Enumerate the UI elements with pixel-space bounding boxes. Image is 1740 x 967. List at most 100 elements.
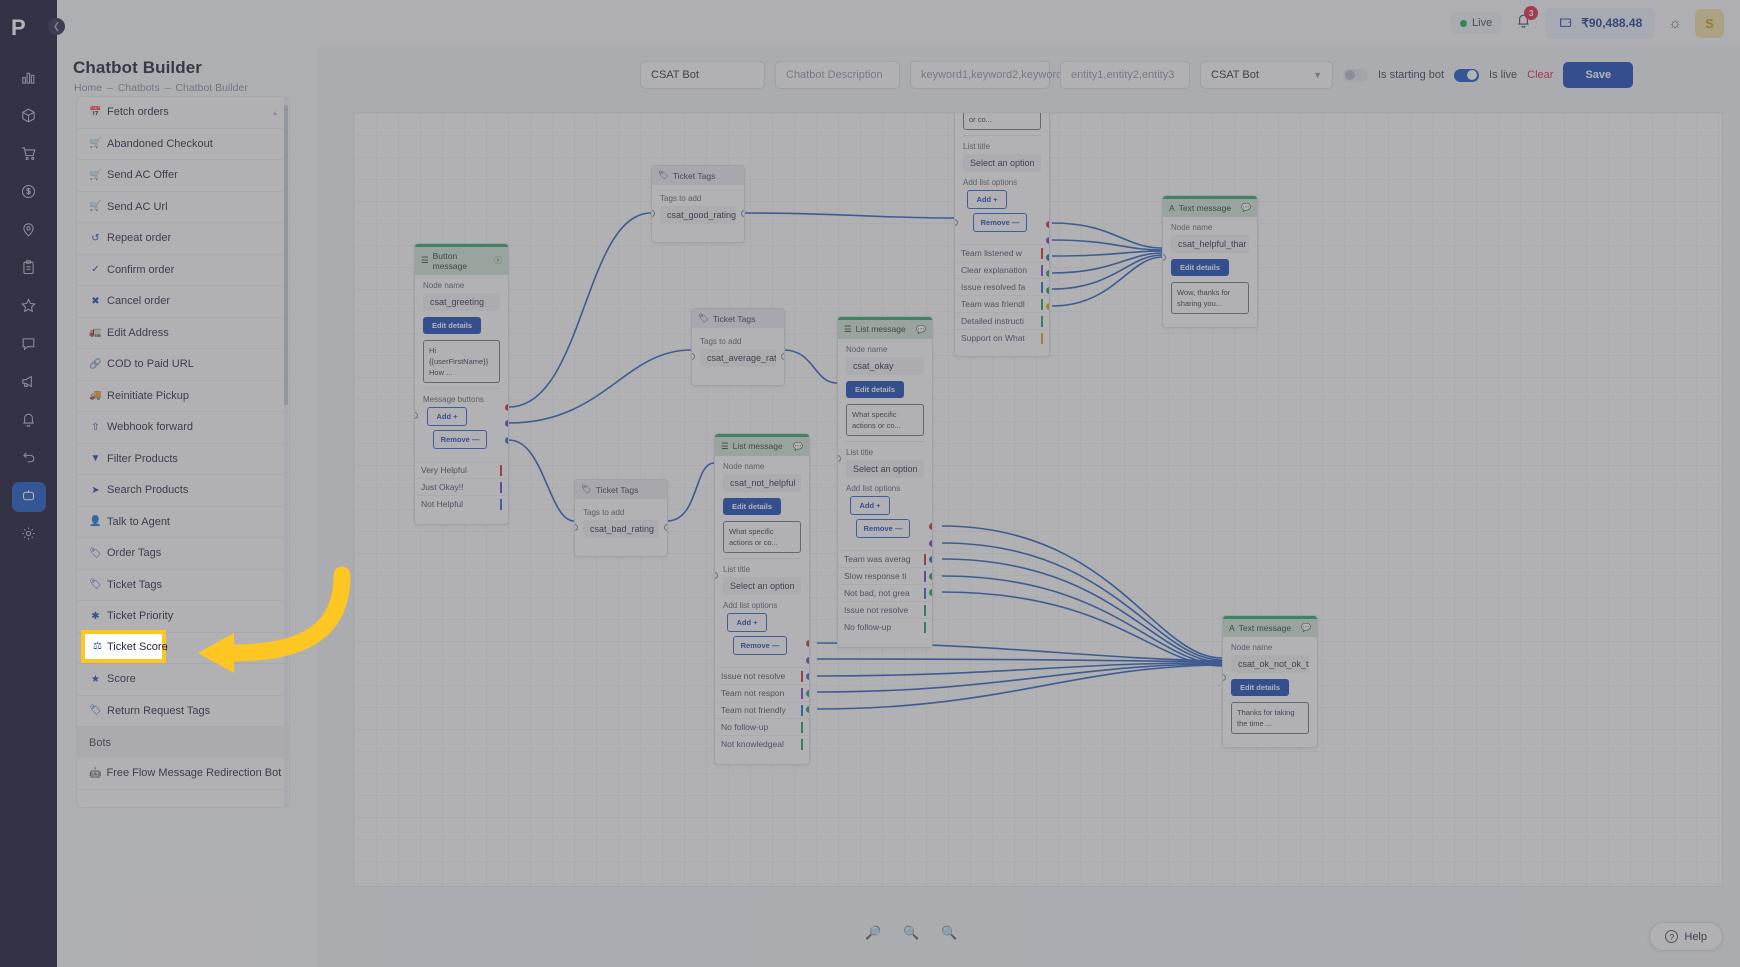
sidebar-item-abandoned-checkout[interactable]: 🛒 Abandoned Checkout [77, 129, 289, 160]
node-output-port[interactable] [806, 673, 809, 680]
sun-icon[interactable]: ☼ [1668, 15, 1682, 32]
list-option[interactable]: No follow-up [715, 718, 809, 735]
node-message-text[interactable]: Hi {{userFirstName}} How ... [423, 339, 500, 384]
bot-name-input[interactable]: CSAT Bot [640, 61, 765, 89]
edit-details-button[interactable]: Edit details [423, 316, 482, 334]
rail-item-locations[interactable] [12, 216, 46, 246]
node-output-port[interactable] [929, 589, 932, 596]
sidebar-item-edit-address[interactable]: 🚛 Edit Address [77, 318, 289, 349]
sidebar-item-search-products[interactable]: ➤ Search Products [77, 475, 289, 507]
sidebar-item-reinitiate-pickup[interactable]: 🚚 Reinitiate Pickup [77, 381, 289, 412]
add-button[interactable]: Add + [427, 407, 467, 427]
zoom-out-icon[interactable]: 🔎 [865, 925, 881, 941]
list-title-value[interactable]: Select an option [963, 154, 1041, 173]
sidebar-item-confirm-order[interactable]: ✓ Confirm order [77, 255, 289, 286]
node-output-port[interactable] [929, 556, 932, 563]
chevron-up-icon[interactable]: ▴ [273, 108, 277, 117]
edit-details-button[interactable]: Edit details [1171, 258, 1230, 276]
list-option[interactable]: Detailed instructi [955, 312, 1049, 329]
node-output-port[interactable] [664, 524, 667, 531]
node-message-text[interactable]: Thanks for taking the time ... [1231, 701, 1309, 734]
zoom-in-icon[interactable]: 🔍 [941, 925, 957, 941]
list-option[interactable]: Team listened w [955, 244, 1049, 261]
sidebar-item-send-ac-offer[interactable]: 🛒 Send AC Offer [77, 160, 289, 192]
notifications-button[interactable]: 3 [1515, 6, 1539, 34]
keywords-input[interactable]: keyword1,keyword2,keyword [910, 61, 1062, 89]
node-output-port[interactable] [741, 210, 744, 217]
is-live-toggle[interactable] [1454, 68, 1480, 82]
node-output-port[interactable] [1046, 303, 1049, 310]
comment-icon[interactable]: 💬 [793, 442, 803, 451]
node-name-value[interactable]: csat_ok_not_ok_t [1231, 654, 1309, 673]
tags-value[interactable]: csat_bad_rating [583, 520, 659, 538]
rail-item-chats[interactable] [12, 330, 46, 360]
rail-item-orders[interactable] [12, 140, 46, 170]
rail-item-bots[interactable] [11, 482, 46, 512]
node-text-message-helpful-thanks[interactable]: A Text message 💬 Node name csat_helpful_… [1162, 195, 1258, 328]
node-message-text[interactable]: or co... [963, 113, 1041, 131]
rail-item-campaigns[interactable] [12, 368, 46, 398]
sidebar-item-send-ac-url[interactable]: 🛒 Send AC Url [77, 192, 289, 223]
list-option[interactable]: Team not friendly [715, 701, 809, 718]
node-output-port[interactable] [781, 353, 784, 360]
rail-item-analytics[interactable] [12, 64, 46, 94]
message-button-option[interactable]: Just Okay!! [415, 478, 508, 495]
list-option[interactable]: Not knowledgeal [715, 735, 809, 752]
message-button-option[interactable]: Not Helpful [415, 495, 508, 512]
zoom-reset-icon[interactable]: 🔍 [903, 925, 919, 941]
comment-icon[interactable]: 💬 [1241, 203, 1251, 212]
node-ticket-tags-good[interactable]: 🏷 Ticket Tags Tags to add csat_good_rati… [651, 165, 745, 243]
list-option[interactable]: Issue not resolve [838, 601, 932, 618]
remove-button[interactable]: Remove — [856, 519, 910, 538]
node-list-message-helpful[interactable]: or co... List title Select an option Add… [954, 113, 1050, 358]
rail-item-products[interactable] [12, 102, 46, 132]
list-title-value[interactable]: Select an option [723, 577, 801, 595]
is-starting-bot-toggle[interactable] [1343, 68, 1368, 82]
rail-item-history[interactable] [12, 444, 46, 474]
node-button-message-greeting[interactable]: ☰ Button message ⓧ Node name csat_greeti… [414, 243, 509, 526]
node-message-text[interactable]: Wow, thanks for sharing you... [1171, 281, 1249, 314]
bot-select-dropdown[interactable]: CSAT Bot ▼ [1200, 61, 1333, 89]
list-option[interactable]: Issue resolved fa [955, 278, 1049, 295]
node-ticket-tags-bad[interactable]: 🏷 Ticket Tags Tags to add csat_bad_ratin… [574, 479, 668, 557]
list-option[interactable]: Team was friendl [955, 295, 1049, 312]
node-output-port[interactable] [1046, 287, 1049, 294]
sidebar-item-cancel-order[interactable]: ✖ Cancel order [77, 286, 289, 318]
sidebar-item-free-flow-bot[interactable]: 🤖 Free Flow Message Redirection Bot [77, 758, 289, 790]
live-status-badge[interactable]: Live [1450, 12, 1503, 34]
comment-icon[interactable]: 💬 [916, 325, 926, 334]
rail-item-favorites[interactable] [12, 292, 46, 322]
edit-details-button[interactable]: Edit details [723, 497, 782, 515]
node-output-port[interactable] [929, 540, 932, 547]
tags-value[interactable]: csat_average_rat [700, 349, 776, 367]
highlight-ticket-score[interactable]: ⚖ Ticket Score [81, 630, 168, 663]
edit-details-button[interactable]: Edit details [846, 380, 905, 398]
component-list[interactable]: 📅 Fetch orders ▴ 🛒 Abandoned Checkout 🛒 … [77, 97, 289, 807]
node-name-value[interactable]: csat_greeting [423, 292, 500, 311]
node-message-text[interactable]: What specific actions or co... [723, 520, 801, 553]
rail-item-payments[interactable] [12, 178, 46, 208]
list-option[interactable]: Clear explanation [955, 261, 1049, 278]
node-output-port[interactable] [806, 706, 809, 713]
list-option[interactable]: Team not respon [715, 684, 809, 701]
remove-button[interactable]: Remove — [433, 430, 487, 450]
node-name-value[interactable]: csat_not_helpful [723, 473, 801, 492]
component-list-scrollbar-thumb[interactable] [284, 105, 288, 405]
sidebar-item-talk-to-agent[interactable]: 👤 Talk to Agent [77, 507, 289, 538]
message-button-option[interactable]: Very Helpful [415, 461, 508, 478]
flow-canvas[interactable]: ☰ Button message ⓧ Node name csat_greeti… [353, 112, 1723, 887]
node-ticket-tags-average[interactable]: 🏷 Ticket Tags Tags to add csat_average_r… [691, 308, 785, 386]
close-icon[interactable]: ⓧ [494, 255, 502, 266]
node-output-port[interactable] [929, 523, 932, 530]
bot-description-input[interactable]: Chatbot Description [775, 61, 900, 89]
comment-icon[interactable]: 💬 [1301, 623, 1311, 632]
node-output-port[interactable] [929, 573, 932, 580]
sidebar-item-cod-to-paid-url[interactable]: 🔗 COD to Paid URL [77, 349, 289, 381]
sidebar-collapse-icon[interactable]: ❮ [48, 18, 65, 35]
node-output-port[interactable] [505, 420, 508, 427]
breadcrumb-home[interactable]: Home [74, 82, 102, 94]
node-output-port[interactable] [806, 657, 809, 664]
breadcrumb-chatbots[interactable]: Chatbots [118, 82, 160, 94]
node-list-message-okay[interactable]: ☰ List message 💬 Node name csat_okay Edi… [837, 316, 933, 648]
list-option[interactable]: Not bad, not grea [838, 584, 932, 601]
